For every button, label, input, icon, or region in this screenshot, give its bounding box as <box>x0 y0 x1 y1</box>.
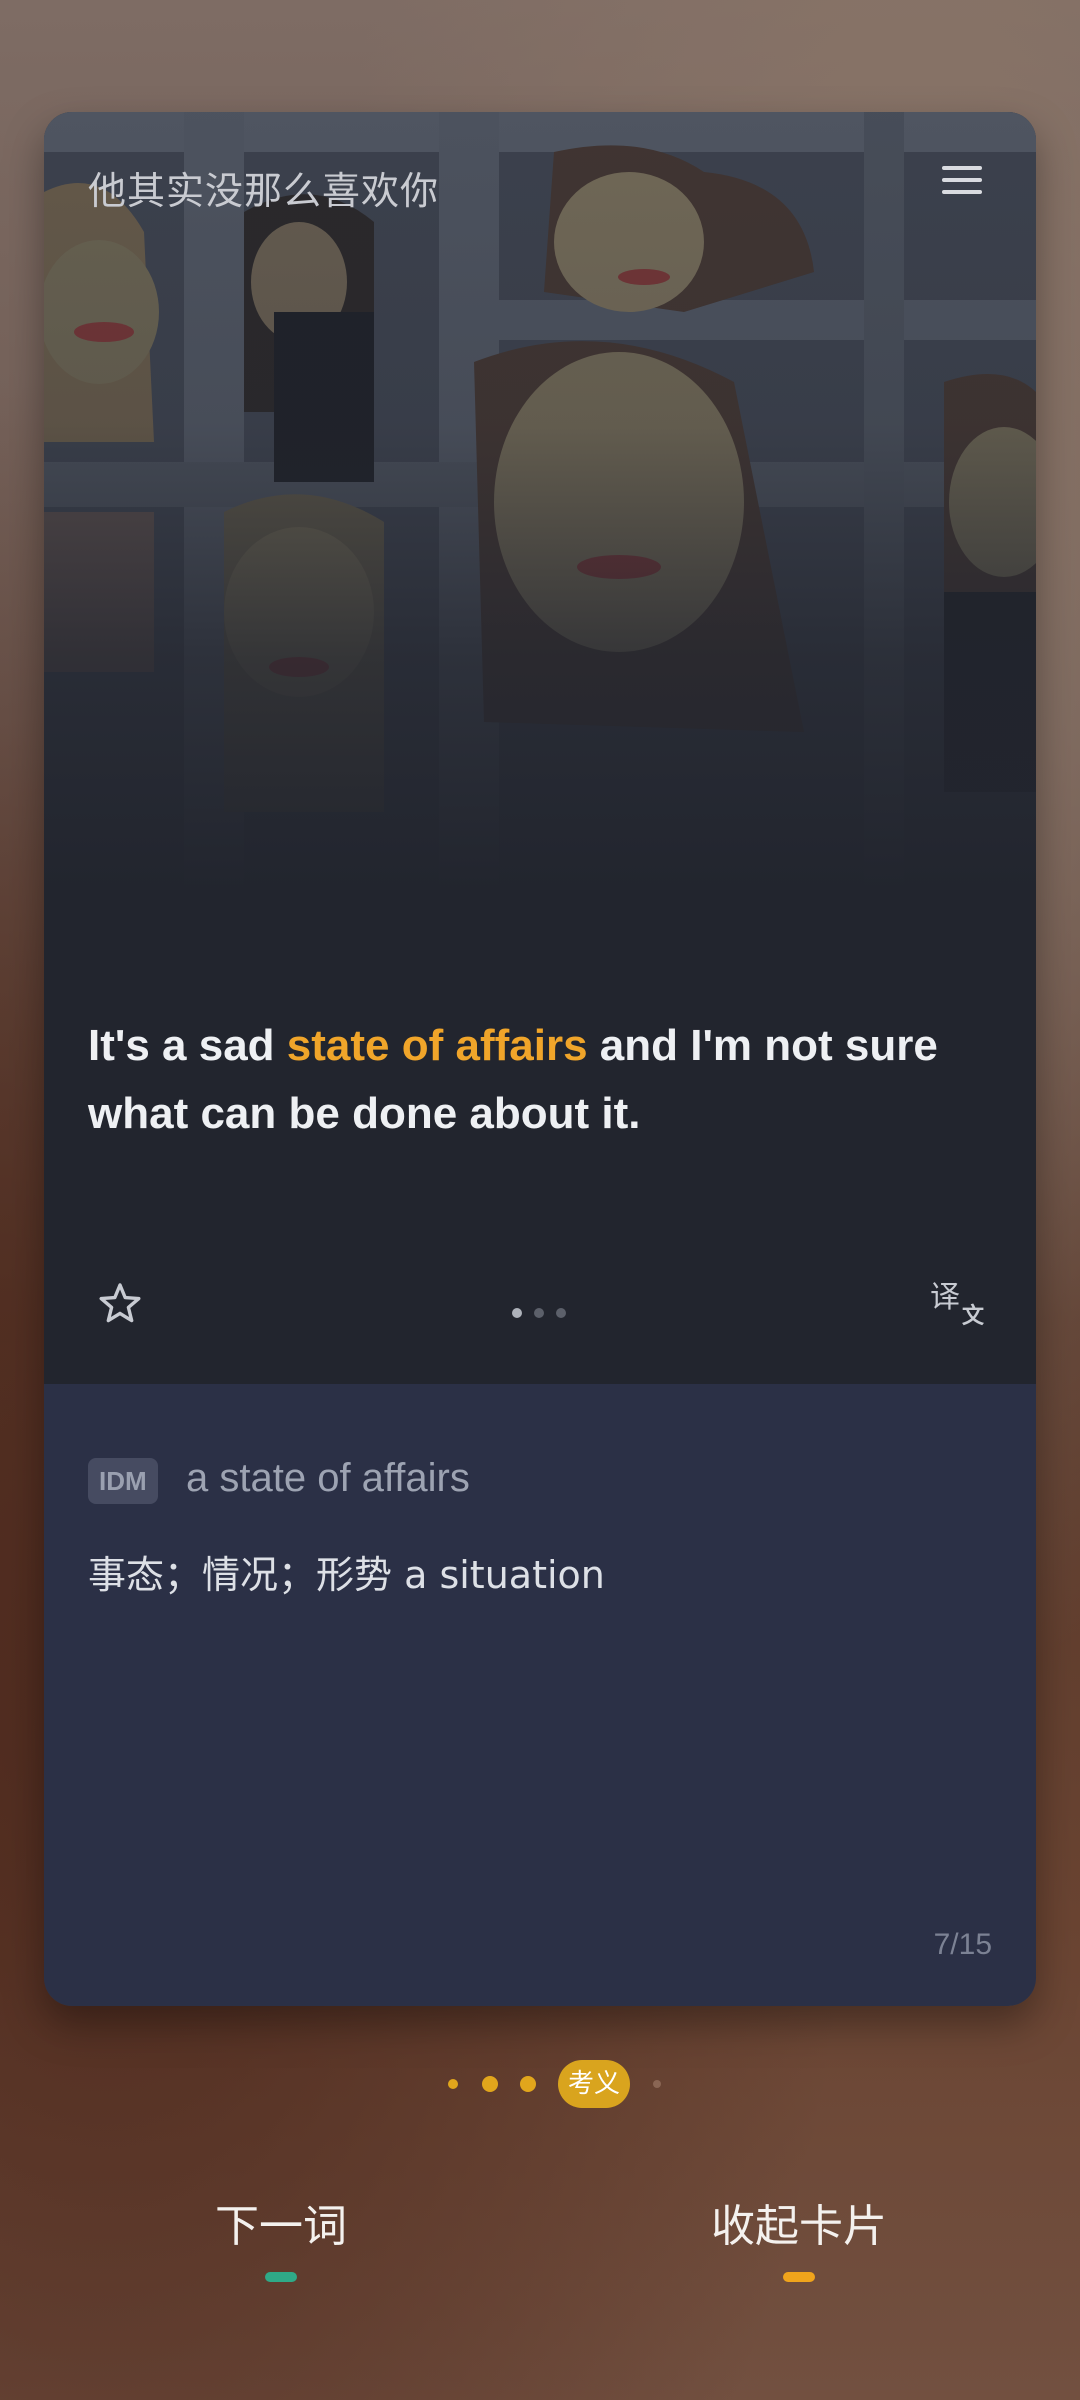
card-counter: 7/15 <box>933 1928 992 1961</box>
step-dot-inactive <box>653 2080 661 2088</box>
definition-meaning: 事态；情况；形势 a situation <box>88 1553 605 1597</box>
image-fade-overlay <box>44 112 1036 892</box>
sentence-before: It's a sad <box>88 1021 287 1070</box>
highlighted-phrase[interactable]: state of affairs <box>287 1021 588 1070</box>
next-word-indicator <box>265 2272 297 2282</box>
step-dot <box>520 2076 536 2092</box>
card-top-section: 他其实没那么喜欢你 It's a sad state of affairs an… <box>44 112 1036 1384</box>
idiom-tag: IDM <box>88 1458 158 1504</box>
step-dot <box>448 2079 458 2089</box>
example-sentence: It's a sad state of affairs and I'm not … <box>88 1012 998 1148</box>
step-dot <box>482 2076 498 2092</box>
translate-icon[interactable]: 译 文 <box>928 1277 986 1327</box>
collapse-card-button[interactable]: 收起卡片 <box>649 2190 949 2282</box>
star-icon[interactable] <box>96 1280 144 1328</box>
svg-text:文: 文 <box>962 1303 985 1327</box>
pager-dot <box>534 1308 544 1318</box>
step-badge: 考义 <box>558 2060 630 2108</box>
collapse-card-indicator <box>783 2272 815 2282</box>
svg-text:译: 译 <box>930 1280 960 1315</box>
definition-phrase: a state of affairs <box>186 1456 470 1500</box>
next-word-label: 下一词 <box>215 2201 347 2252</box>
pager-dot <box>512 1308 522 1318</box>
pager-dot <box>556 1308 566 1318</box>
menu-icon[interactable] <box>942 166 982 198</box>
collapse-card-label: 收起卡片 <box>711 2201 887 2252</box>
word-card: 他其实没那么喜欢你 It's a sad state of affairs an… <box>44 112 1036 2006</box>
movie-title: 他其实没那么喜欢你 <box>88 169 440 213</box>
definition-panel: IDM a state of affairs 事态；情况；形势 a situat… <box>44 1384 1036 2006</box>
next-word-button[interactable]: 下一词 <box>131 2190 431 2282</box>
sentence-pager <box>512 1305 578 1318</box>
